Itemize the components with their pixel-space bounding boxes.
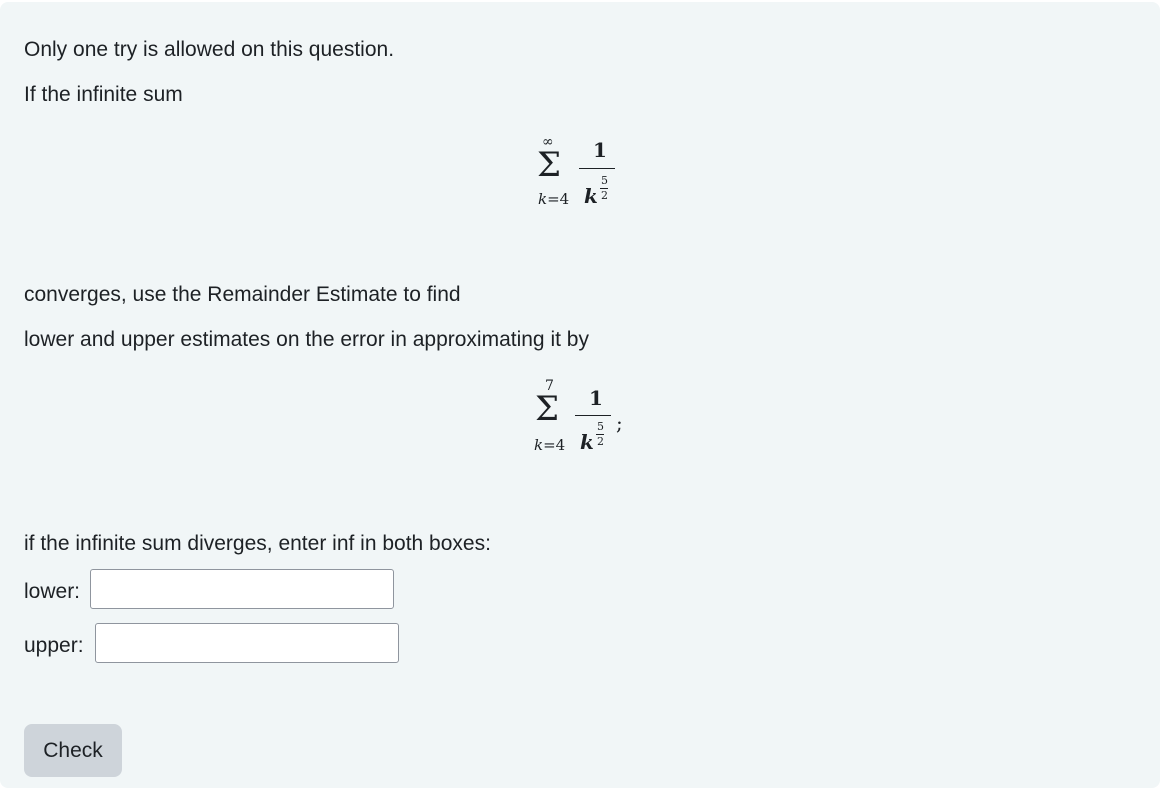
exponent-numerator: 5 <box>601 174 608 187</box>
fraction-base: k <box>580 430 594 454</box>
fraction-numerator: 1 <box>593 138 607 162</box>
sum-lower-limit: k=4 <box>534 436 566 454</box>
trailing-semicolon: ; <box>616 411 623 435</box>
fraction-numerator: 1 <box>589 386 603 410</box>
fraction-base: k <box>584 184 598 208</box>
infinite-sum-formula: ∞ Σ k=4 1 k 5 2 <box>532 134 622 214</box>
check-button[interactable]: Check <box>24 724 122 777</box>
diverge-instruction: if the infinite sum diverges, enter inf … <box>24 532 491 555</box>
exponent-numerator: 5 <box>597 420 604 433</box>
prompt-intro: If the infinite sum <box>24 83 183 106</box>
lower-label: lower: <box>24 580 81 603</box>
partial-sum-formula: 7 Σ k=4 1 k 5 2 ; <box>530 378 640 458</box>
fraction-bar <box>575 415 611 416</box>
exponent-denominator: 2 <box>597 435 604 448</box>
prompt-estimates: lower and upper estimates on the error i… <box>24 328 589 351</box>
sigma-symbol: Σ <box>535 389 560 429</box>
fraction-bar <box>579 168 615 169</box>
upper-input[interactable] <box>95 623 399 663</box>
question-panel: Only one try is allowed on this question… <box>0 2 1160 788</box>
attempts-note: Only one try is allowed on this question… <box>24 38 395 61</box>
upper-label: upper: <box>24 634 84 657</box>
exponent-denominator: 2 <box>601 189 608 202</box>
prompt-converges: converges, use the Remainder Estimate to… <box>24 283 461 306</box>
sigma-symbol: Σ <box>537 145 562 185</box>
sum-lower-limit: k=4 <box>538 190 570 208</box>
lower-input[interactable] <box>90 569 394 609</box>
